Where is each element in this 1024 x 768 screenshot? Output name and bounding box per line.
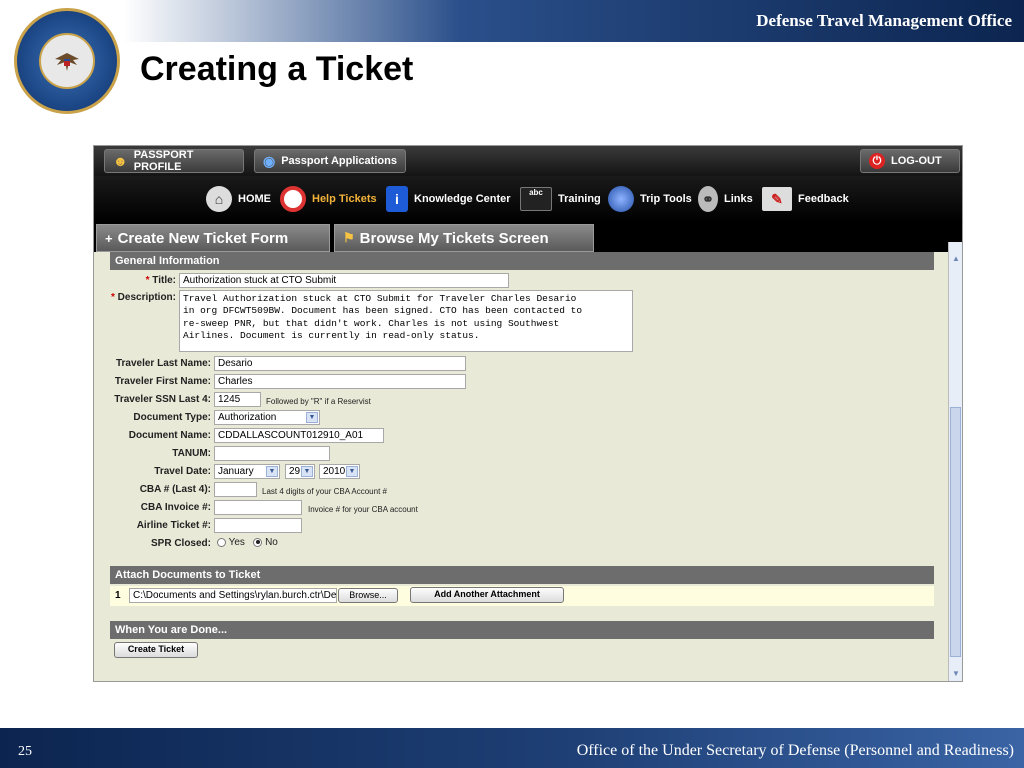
last-name-label: Traveler Last Name: (115, 358, 211, 369)
ssn-hint: Followed by "R" if a Reservist (266, 397, 371, 406)
ssn-label: Traveler SSN Last 4: (114, 394, 211, 405)
travel-day-select[interactable]: 29 ▼ (285, 464, 315, 479)
browse-button[interactable]: Browse... (338, 588, 398, 603)
scroll-up-icon[interactable]: ▲ (951, 254, 961, 264)
chevron-down-icon: ▼ (306, 412, 318, 423)
power-icon: ⏻ (869, 153, 885, 169)
footer-text: Office of the Under Secretary of Defense… (576, 742, 1014, 759)
add-attachment-button[interactable]: Add Another Attachment (410, 587, 564, 603)
book-pencil-icon: ✎ (762, 187, 792, 211)
cba-invoice-input[interactable] (214, 500, 302, 515)
nav-trip-tools[interactable]: Trip Tools (608, 184, 692, 214)
travel-date-label: Travel Date: (154, 466, 211, 477)
description-label: * Description: (110, 292, 176, 303)
vertical-scrollbar[interactable]: ▲ ▼ (948, 242, 962, 681)
cba-invoice-label: CBA Invoice #: (140, 502, 211, 513)
spr-closed-label: SPR Closed: (150, 538, 211, 549)
ssn-input[interactable]: 1245 (214, 392, 261, 407)
users-icon: ☻ (113, 153, 128, 169)
lifebuoy-icon (280, 186, 306, 212)
folder-icon: ⚑ (343, 230, 355, 245)
spr-radio-group: Yes No (217, 537, 278, 548)
cba-input[interactable] (214, 482, 257, 497)
globe-icon: ◉ (263, 152, 276, 169)
title-label: * Title: (145, 275, 176, 286)
tab-bar: + Create New Ticket Form ⚑ Browse My Tic… (94, 222, 962, 252)
chevron-down-icon: ▼ (346, 466, 358, 477)
page-number: 25 (18, 744, 32, 759)
globe-icon (608, 186, 634, 212)
first-name-label: Traveler First Name: (114, 376, 211, 387)
scroll-down-icon[interactable]: ▼ (951, 669, 961, 679)
tab-browse-tickets[interactable]: ⚑ Browse My Tickets Screen (334, 224, 594, 252)
tab-create-new-ticket[interactable]: + Create New Ticket Form (96, 224, 330, 252)
seal-center (39, 33, 95, 89)
eagle-icon (55, 53, 79, 71)
chain-icon: ⚭ (698, 186, 718, 212)
doc-type-select[interactable]: Authorization ▼ (214, 410, 320, 425)
cba-label: CBA # (Last 4): (139, 484, 211, 495)
nav-knowledge-center[interactable]: i Knowledge Center (386, 184, 511, 214)
organization-name: Defense Travel Management Office (756, 11, 1012, 30)
tanum-input[interactable] (214, 446, 330, 461)
tanum-label: TANUM: (172, 448, 211, 459)
nav-links[interactable]: ⚭ Links (698, 184, 753, 214)
title-input[interactable]: Authorization stuck at CTO Submit (179, 273, 509, 288)
travel-year-select[interactable]: 2010 ▼ (319, 464, 360, 479)
section-when-done: When You are Done... (110, 621, 934, 639)
nav-training[interactable]: abc Training (520, 184, 601, 214)
top-nav-bar: ☻ PASSPORT PROFILE ◉ Passport Applicatio… (94, 146, 962, 176)
doc-type-label: Document Type: (133, 412, 211, 423)
chevron-down-icon: ▼ (301, 466, 313, 477)
nav-help-tickets[interactable]: Help Tickets (280, 184, 377, 214)
spr-yes-radio[interactable] (217, 537, 226, 547)
nav-feedback[interactable]: ✎ Feedback (762, 184, 849, 214)
attachment-row-number: 1 (115, 590, 121, 601)
passport-profile-button[interactable]: ☻ PASSPORT PROFILE (104, 149, 244, 173)
terminal-icon: abc (520, 187, 552, 211)
section-general-information: General Information (110, 252, 934, 270)
section-attach-documents: Attach Documents to Ticket (110, 566, 934, 584)
cba-invoice-hint: Invoice # for your CBA account (308, 505, 418, 514)
create-ticket-button[interactable]: Create Ticket (114, 642, 198, 658)
description-textarea[interactable]: Travel Authorization stuck at CTO Submit… (179, 290, 633, 352)
doc-name-input[interactable]: CDDALLASCOUNT012910_A01 (214, 428, 384, 443)
info-icon: i (386, 186, 408, 212)
form-content: General Information * Title: Authorizati… (94, 252, 950, 681)
app-screenshot: ☻ PASSPORT PROFILE ◉ Passport Applicatio… (93, 145, 963, 682)
slide-title: Creating a Ticket (140, 50, 414, 88)
first-name-input[interactable]: Charles (214, 374, 466, 389)
plus-icon: + (105, 230, 113, 246)
scroll-thumb[interactable] (950, 407, 961, 657)
chevron-down-icon: ▼ (266, 466, 278, 477)
dtmo-seal-logo (14, 8, 120, 114)
home-icon: ⌂ (206, 186, 232, 212)
doc-name-label: Document Name: (128, 430, 211, 441)
logout-button[interactable]: ⏻ LOG-OUT (860, 149, 960, 173)
main-nav-bar: ⌂ HOME Help Tickets i Knowledge Center a… (94, 176, 962, 222)
travel-month-select[interactable]: January ▼ (214, 464, 280, 479)
airline-ticket-label: Airline Ticket #: (136, 520, 211, 531)
cba-hint: Last 4 digits of your CBA Account # (262, 487, 387, 496)
airline-ticket-input[interactable] (214, 518, 302, 533)
passport-applications-button[interactable]: ◉ Passport Applications (254, 149, 406, 173)
nav-home[interactable]: ⌂ HOME (206, 184, 271, 214)
attachment-file-input[interactable]: C:\Documents and Settings\rylan.burch.ct… (129, 588, 337, 603)
last-name-input[interactable]: Desario (214, 356, 466, 371)
spr-no-radio[interactable] (253, 537, 263, 547)
